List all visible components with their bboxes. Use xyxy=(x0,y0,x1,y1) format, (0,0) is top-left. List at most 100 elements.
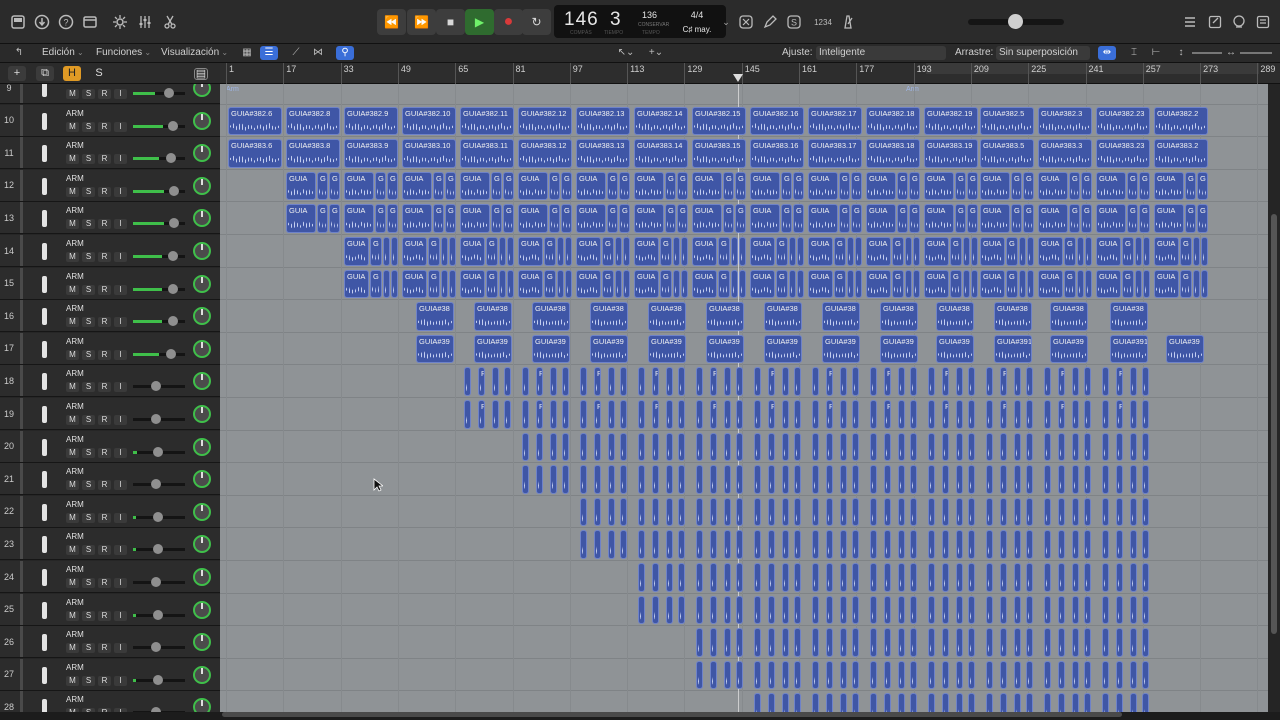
volume-slider[interactable] xyxy=(133,153,185,164)
audio-region[interactable]: GUIA xyxy=(1096,204,1126,233)
audio-region[interactable]: GUIA#383.8 xyxy=(286,139,340,168)
audio-region[interactable]: G xyxy=(909,171,920,201)
audio-region[interactable] xyxy=(910,693,917,712)
audio-region[interactable]: GUIA#382.12 xyxy=(518,106,572,136)
mute-button[interactable]: M xyxy=(66,284,79,295)
solo-button[interactable]: S xyxy=(82,219,95,230)
volume-knob[interactable] xyxy=(153,446,164,457)
audio-region[interactable] xyxy=(956,563,963,592)
audio-region[interactable] xyxy=(754,367,761,396)
audio-region[interactable]: G xyxy=(967,171,978,201)
audio-region[interactable] xyxy=(464,400,471,429)
audio-region[interactable]: R xyxy=(1116,400,1123,429)
count-in-icon[interactable]: 1234 xyxy=(812,12,834,32)
audio-region[interactable] xyxy=(768,595,775,625)
audio-region[interactable]: GUIA xyxy=(634,204,664,233)
audio-region[interactable] xyxy=(1026,595,1033,625)
audio-region[interactable] xyxy=(884,432,891,462)
audio-region[interactable] xyxy=(847,269,854,299)
volume-knob[interactable] xyxy=(167,251,178,261)
audio-region[interactable]: GUIA#383.6 xyxy=(228,139,282,168)
audio-region[interactable] xyxy=(898,400,905,429)
audio-region[interactable] xyxy=(942,530,949,559)
audio-region[interactable] xyxy=(449,237,456,266)
audio-region[interactable]: G xyxy=(428,237,440,266)
audio-region[interactable] xyxy=(986,693,993,712)
volume-knob[interactable] xyxy=(151,381,161,392)
audio-region[interactable] xyxy=(986,497,993,527)
audio-region[interactable] xyxy=(724,497,731,527)
audio-region[interactable]: GUIA#38 xyxy=(648,302,686,331)
audio-region[interactable]: G xyxy=(1081,204,1092,233)
track-row[interactable]: 17 ARM M S R I xyxy=(0,332,220,365)
track-row[interactable]: 25 ARM M S R I xyxy=(0,593,220,626)
audio-region[interactable]: G xyxy=(892,269,904,299)
audio-region[interactable] xyxy=(768,432,775,462)
volume-slider[interactable] xyxy=(133,120,185,131)
audio-region[interactable] xyxy=(789,237,796,266)
audio-region[interactable]: GUIA#382.15 xyxy=(692,106,746,136)
audio-region[interactable] xyxy=(754,660,761,690)
audio-region[interactable] xyxy=(1102,628,1109,657)
audio-region[interactable] xyxy=(852,660,859,690)
audio-region[interactable]: R xyxy=(652,367,659,396)
audio-region[interactable] xyxy=(724,530,731,559)
library-icon[interactable] xyxy=(8,12,28,32)
mute-button[interactable]: M xyxy=(66,675,79,686)
audio-region[interactable] xyxy=(1130,432,1137,462)
pan-knob[interactable] xyxy=(193,176,211,195)
audio-region[interactable]: G xyxy=(851,171,862,201)
audio-region[interactable]: GUIA xyxy=(402,269,427,299)
audio-region[interactable] xyxy=(754,497,761,527)
audio-region[interactable] xyxy=(383,269,390,299)
audio-region[interactable]: G xyxy=(387,204,398,233)
audio-region[interactable]: GUIA#383.13 xyxy=(576,139,630,168)
audio-region[interactable] xyxy=(678,400,685,429)
volume-slider[interactable] xyxy=(133,446,185,457)
audio-region[interactable] xyxy=(1026,432,1033,462)
audio-region[interactable] xyxy=(710,432,717,462)
audio-region[interactable] xyxy=(623,237,630,266)
audio-region[interactable] xyxy=(615,269,622,299)
audio-region[interactable] xyxy=(963,237,970,266)
lcd-display[interactable]: 146 3 COMPÁS TIEMPO 136 CONSERVAR TEMPO … xyxy=(554,5,726,38)
audio-region[interactable] xyxy=(782,530,789,559)
record-enable-button[interactable]: R xyxy=(98,317,111,328)
audio-region[interactable]: GUIA xyxy=(518,269,543,299)
audio-region[interactable] xyxy=(1019,269,1026,299)
audio-region[interactable] xyxy=(615,237,622,266)
loops-icon[interactable] xyxy=(1229,12,1249,32)
audio-region[interactable] xyxy=(1019,237,1026,266)
audio-region[interactable]: G xyxy=(370,237,382,266)
audio-region[interactable] xyxy=(1077,269,1084,299)
record-enable-button[interactable]: R xyxy=(98,186,111,197)
audio-region[interactable] xyxy=(1116,530,1123,559)
waveform-zoom-icon[interactable]: ⇹ xyxy=(1098,46,1116,60)
audio-region[interactable]: GUIA#39 xyxy=(648,334,686,364)
audio-region[interactable]: GUIA xyxy=(402,204,432,233)
audio-region[interactable]: G xyxy=(1006,269,1018,299)
input-monitor-button[interactable]: I xyxy=(114,545,127,556)
back-arrow-icon[interactable]: ↰ xyxy=(10,46,28,60)
audio-region[interactable] xyxy=(1130,400,1137,429)
audio-region[interactable]: G xyxy=(735,171,746,201)
audio-region[interactable]: GUIA xyxy=(460,269,485,299)
audio-region[interactable] xyxy=(1084,367,1091,396)
audio-region[interactable]: G xyxy=(503,204,514,233)
audio-region[interactable] xyxy=(898,693,905,712)
audio-region[interactable] xyxy=(565,269,572,299)
audio-region[interactable]: GUIA xyxy=(750,237,775,266)
volume-knob[interactable] xyxy=(166,348,176,359)
audio-region[interactable] xyxy=(768,497,775,527)
mute-button[interactable]: M xyxy=(66,317,79,328)
audio-region[interactable]: GUIA xyxy=(980,269,1005,299)
solo-button[interactable]: S xyxy=(82,578,95,588)
audio-region[interactable] xyxy=(794,628,801,657)
menu-visualizacion[interactable]: Visualización xyxy=(161,47,228,58)
audio-region[interactable]: GUIA#39 xyxy=(416,334,454,364)
audio-region[interactable] xyxy=(666,563,673,592)
audio-region[interactable] xyxy=(986,628,993,657)
audio-region[interactable] xyxy=(736,432,743,462)
audio-region[interactable] xyxy=(724,367,731,396)
audio-region[interactable] xyxy=(666,595,673,625)
